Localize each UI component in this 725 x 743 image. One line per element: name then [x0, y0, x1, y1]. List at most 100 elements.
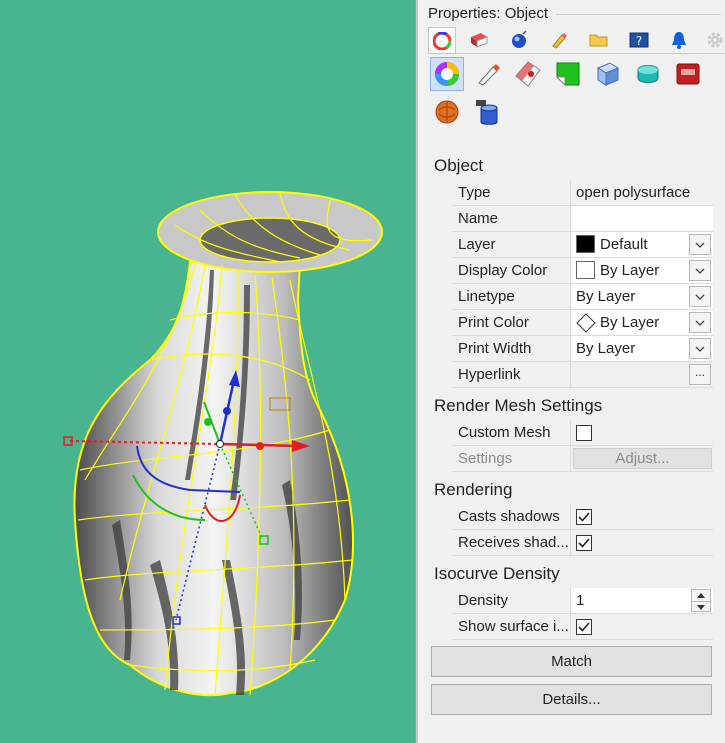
tab-environment[interactable] — [505, 27, 533, 53]
chevron-down-icon[interactable] — [689, 260, 711, 281]
tab-drawing[interactable] — [545, 27, 573, 53]
properties-tabbar: ? — [428, 27, 725, 53]
vase-model[interactable] — [0, 0, 415, 743]
receives-shadows-checkbox[interactable] — [576, 535, 592, 551]
title-divider — [556, 14, 721, 15]
section-isocurve-heading: Isocurve Density — [434, 564, 560, 583]
spin-up-icon[interactable] — [692, 590, 710, 601]
hyperlink-label: Hyperlink — [458, 366, 521, 383]
name-label: Name — [458, 210, 499, 227]
brain-sphere-icon — [435, 100, 459, 124]
object-properties-button[interactable] — [430, 57, 464, 91]
show-surface-label: Show surface i... — [458, 618, 569, 635]
cylinder-db-button[interactable] — [471, 95, 505, 129]
decal-button[interactable] — [551, 57, 585, 91]
prop-row-mesh-settings: Settings Adjust... — [452, 446, 713, 472]
tab-object-properties[interactable] — [428, 27, 456, 53]
hyperlink-field[interactable]: ... — [570, 362, 713, 387]
cylinder-db-icon — [476, 100, 498, 125]
shadow-button[interactable] — [591, 57, 625, 91]
mesh-settings-label: Settings — [458, 450, 513, 467]
prop-row-receives-shadows: Receives shad... — [452, 530, 713, 556]
print-color-value: By Layer — [600, 314, 660, 331]
custom-mesh-label: Custom Mesh — [458, 424, 551, 441]
notification-bell-icon — [672, 32, 686, 49]
decal-icon — [555, 62, 580, 87]
material-book-icon — [471, 33, 488, 48]
layer-value: Default — [600, 236, 648, 253]
chevron-down-icon[interactable] — [689, 338, 711, 359]
properties-panel: Properties: Object ? Object Type open po… — [418, 0, 725, 743]
object-color-wheel-icon — [435, 62, 459, 86]
casts-shadows-checkbox[interactable] — [576, 509, 592, 525]
display-color-value: By Layer — [600, 262, 660, 279]
pill-shape-icon — [637, 65, 659, 83]
prop-row-hyperlink: Hyperlink ... — [452, 362, 713, 388]
linetype-value: By Layer — [576, 288, 636, 305]
chevron-down-icon[interactable] — [689, 234, 711, 255]
paint-tube-icon — [478, 64, 500, 86]
custom-mesh-checkbox[interactable] — [576, 425, 592, 441]
show-surface-checkbox[interactable] — [576, 619, 592, 635]
color-wheel-icon — [433, 31, 451, 50]
print-width-label: Print Width — [458, 340, 532, 357]
layer-label: Layer — [458, 236, 496, 253]
texture-mapping-icon — [515, 61, 541, 87]
brain-sphere-button[interactable] — [430, 95, 464, 129]
prop-row-print-width: Print Width By Layer — [452, 336, 713, 362]
render-box-icon — [676, 63, 700, 85]
tab-settings[interactable] — [701, 27, 725, 53]
density-label: Density — [458, 592, 509, 609]
density-spinner[interactable] — [691, 589, 711, 612]
layer-dropdown[interactable]: Default — [570, 232, 713, 257]
material-button[interactable] — [471, 57, 505, 91]
tab-help[interactable]: ? — [625, 27, 653, 53]
tab-file[interactable] — [585, 27, 613, 53]
tabbar-divider — [428, 53, 725, 54]
spin-down-icon[interactable] — [692, 601, 710, 612]
checkmark-icon — [578, 538, 590, 548]
display-color-dropdown[interactable]: By Layer — [570, 258, 713, 283]
prop-row-linetype: Linetype By Layer — [452, 284, 713, 310]
receives-shadows-label: Receives shad... — [458, 534, 569, 551]
hyperlink-browse-button[interactable]: ... — [689, 364, 711, 385]
print-color-dropdown[interactable]: By Layer — [570, 310, 713, 335]
chevron-down-icon[interactable] — [689, 286, 711, 307]
linetype-label: Linetype — [458, 288, 515, 305]
density-value: 1 — [576, 592, 585, 609]
display-color-swatch — [576, 261, 595, 279]
section-render-mesh-heading: Render Mesh Settings — [434, 396, 603, 415]
diamond-icon — [576, 313, 596, 333]
type-value: open polysurface — [576, 184, 691, 201]
tab-notifications[interactable] — [665, 27, 693, 53]
checkmark-icon — [578, 622, 590, 632]
linetype-dropdown[interactable]: By Layer — [570, 284, 713, 309]
svg-text:?: ? — [636, 34, 642, 48]
texture-mapping-button[interactable] — [511, 57, 545, 91]
3d-viewport[interactable] — [0, 0, 415, 743]
type-label: Type — [458, 184, 491, 201]
pencil-brush-icon — [552, 33, 567, 49]
section-rendering-heading: Rendering — [434, 480, 513, 499]
panel-title: Properties: Object — [428, 5, 549, 22]
render-box-button[interactable] — [671, 57, 705, 91]
prop-row-custom-mesh: Custom Mesh — [452, 420, 713, 446]
prop-row-type: Type open polysurface — [452, 180, 713, 206]
name-field[interactable] — [570, 206, 713, 231]
chevron-down-icon[interactable] — [689, 312, 711, 333]
details-button[interactable]: Details... — [431, 684, 712, 715]
print-width-dropdown[interactable]: By Layer — [570, 336, 713, 361]
density-stepper[interactable]: 1 — [570, 588, 713, 613]
prop-row-layer: Layer Default — [452, 232, 713, 258]
tab-material[interactable] — [465, 27, 493, 53]
section-object-heading: Object — [434, 156, 484, 175]
environment-sphere-icon — [512, 30, 527, 48]
pill-shape-button[interactable] — [631, 57, 665, 91]
folder-icon — [589, 34, 608, 47]
help-icon: ? — [629, 32, 649, 48]
prop-row-print-color: Print Color By Layer — [452, 310, 713, 336]
adjust-button[interactable]: Adjust... — [573, 448, 712, 469]
checkmark-icon — [578, 512, 590, 522]
match-button[interactable]: Match — [431, 646, 712, 677]
layer-color-swatch — [576, 235, 595, 253]
